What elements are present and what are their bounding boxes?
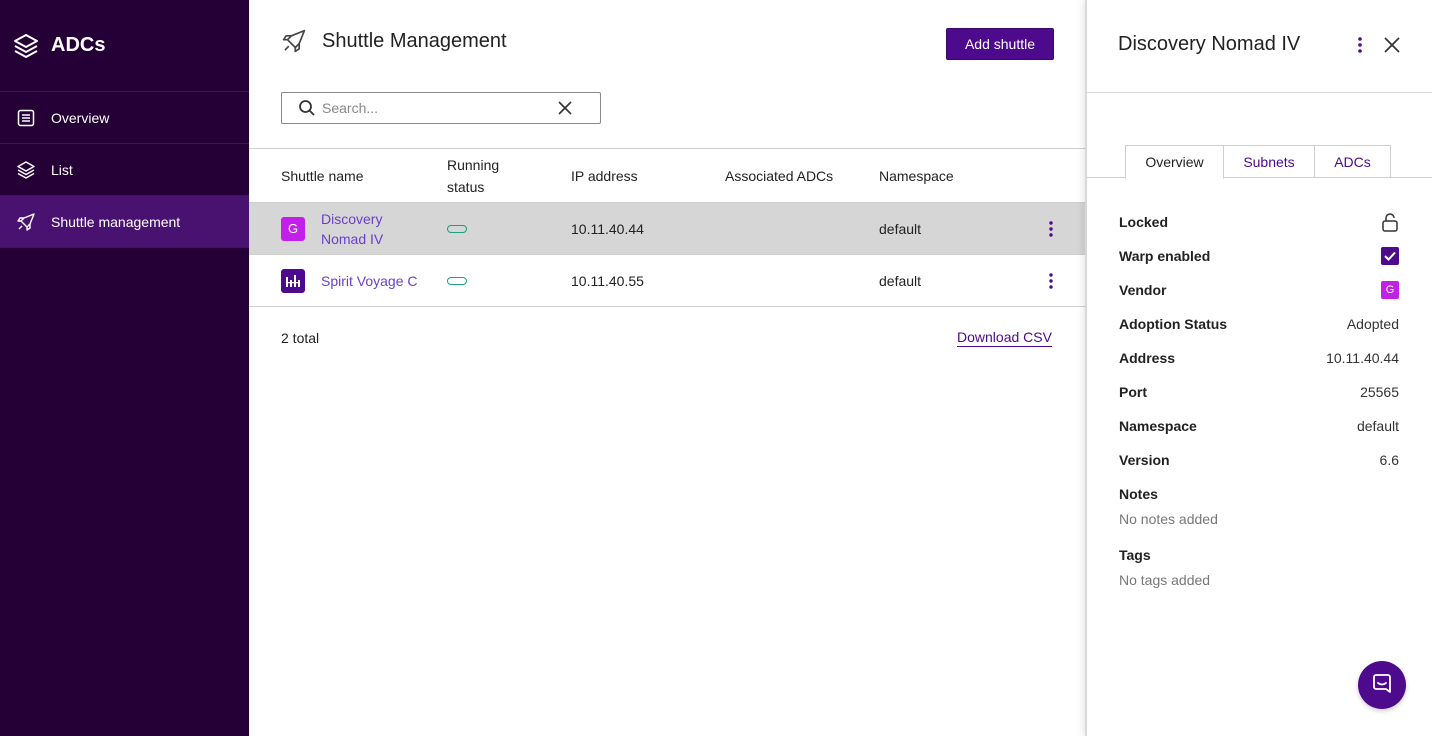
prop-label: Locked <box>1119 214 1169 230</box>
page-header: Shuttle Management <box>281 28 507 54</box>
prop-label: Warp enabled <box>1119 248 1211 264</box>
tab-overview[interactable]: Overview <box>1125 145 1224 179</box>
search-icon <box>298 99 316 117</box>
tab-adcs[interactable]: ADCs <box>1314 145 1391 178</box>
total-count: 2 total <box>281 330 320 346</box>
notes-label: Notes <box>1119 486 1158 502</box>
prop-label: Vendor <box>1119 282 1167 298</box>
prop-vendor: Vendor G <box>1119 280 1399 300</box>
shuttle-table: Shuttle name Running status IP address A… <box>249 148 1085 307</box>
table-header: Shuttle name Running status IP address A… <box>249 148 1085 203</box>
header-running-status[interactable]: Running status <box>447 154 499 198</box>
prop-port: Port 25565 <box>1119 382 1399 402</box>
panel-tabs: Overview Subnets ADCs <box>1087 145 1432 179</box>
row-kebab-menu-icon[interactable] <box>1045 272 1057 289</box>
sidebar-item-label: Overview <box>51 109 110 126</box>
sidebar-item-shuttle-management[interactable]: Shuttle management <box>0 196 249 248</box>
header-namespace[interactable]: Namespace <box>879 168 954 184</box>
layers-icon <box>16 160 36 180</box>
search-box <box>281 92 601 124</box>
shuttle-name-link[interactable]: Spirit Voyage C <box>321 271 431 291</box>
add-shuttle-button[interactable]: Add shuttle <box>946 28 1054 60</box>
rocket-icon <box>16 212 36 232</box>
sidebar-item-list[interactable]: List <box>0 144 249 196</box>
prop-value: Adopted <box>1346 316 1399 332</box>
tags-label: Tags <box>1119 547 1151 563</box>
panel-header: Discovery Nomad IV <box>1087 0 1432 93</box>
page-title: Shuttle Management <box>322 29 507 52</box>
header-running-status-line2: status <box>447 178 485 195</box>
prop-label: Adoption Status <box>1119 316 1228 332</box>
sidebar-item-label: List <box>51 161 73 178</box>
brand-title: ADCs <box>51 34 106 56</box>
warp-checkbox[interactable] <box>1381 247 1399 265</box>
prop-address: Address 10.11.40.44 <box>1119 348 1399 368</box>
vendor-badge: G <box>281 216 305 241</box>
shuttle-name-cell: G Discovery Nomad IV <box>281 209 431 249</box>
sidebar: ADCs Overview List Shuttle management <box>0 0 249 736</box>
prop-value: default <box>1356 418 1399 434</box>
panel-title: Discovery Nomad IV <box>1118 33 1301 55</box>
unlocked-icon[interactable] <box>1381 212 1399 232</box>
detail-panel: Discovery Nomad IV Overview Subnets ADCs… <box>1085 0 1432 736</box>
prop-label: Namespace <box>1119 418 1197 434</box>
prop-label: Address <box>1119 350 1176 366</box>
sidebar-item-label: Shuttle management <box>51 213 181 230</box>
table-row[interactable]: Spirit Voyage C 10.11.40.55 default <box>249 255 1085 307</box>
search-input[interactable] <box>322 100 557 116</box>
shuttle-name-cell: Spirit Voyage C <box>281 268 431 293</box>
ip-address: 10.11.40.44 <box>571 220 644 237</box>
namespace: default <box>879 220 922 237</box>
brand: ADCs <box>0 0 249 92</box>
chat-support-button[interactable] <box>1358 661 1406 709</box>
tags-value: No tags added <box>1119 572 1211 588</box>
shuttle-name-link[interactable]: Discovery Nomad IV <box>321 209 431 249</box>
vendor-badge: G <box>1381 281 1399 299</box>
prop-adoption-status: Adoption Status Adopted <box>1119 314 1399 334</box>
prop-label: Port <box>1119 384 1147 400</box>
prop-warp-enabled: Warp enabled <box>1119 246 1399 266</box>
running-status-indicator <box>447 224 467 233</box>
close-icon[interactable] <box>1383 36 1401 54</box>
header-ip-address[interactable]: IP address <box>571 168 638 184</box>
tab-subnets[interactable]: Subnets <box>1223 145 1315 178</box>
prop-value: 6.6 <box>1379 452 1399 468</box>
prop-value: 25565 <box>1360 384 1399 400</box>
overview-icon <box>16 108 36 128</box>
header-associated-adcs[interactable]: Associated ADCs <box>725 168 833 184</box>
header-shuttle-name[interactable]: Shuttle name <box>281 168 364 184</box>
layers-icon <box>12 32 40 60</box>
prop-version: Version 6.6 <box>1119 450 1399 470</box>
notes-value: No notes added <box>1119 511 1218 527</box>
prop-namespace: Namespace default <box>1119 416 1399 436</box>
row-kebab-menu-icon[interactable] <box>1045 220 1057 237</box>
header-running-status-line1: Running <box>447 156 500 173</box>
sidebar-item-overview[interactable]: Overview <box>0 92 249 144</box>
rocket-icon <box>281 28 307 54</box>
namespace: default <box>879 272 922 289</box>
chat-icon <box>1370 672 1394 699</box>
panel-kebab-menu-icon[interactable] <box>1357 36 1363 54</box>
table-row[interactable]: G Discovery Nomad IV 10.11.40.44 default <box>249 203 1085 255</box>
prop-value: 10.11.40.44 <box>1326 350 1399 366</box>
running-status-indicator <box>447 276 467 285</box>
clear-search-icon[interactable] <box>557 100 573 116</box>
vendor-bars-icon <box>281 268 305 293</box>
download-csv-link[interactable]: Download CSV <box>957 329 1052 347</box>
prop-locked: Locked <box>1119 212 1399 232</box>
ip-address: 10.11.40.55 <box>571 272 644 289</box>
main-content: Shuttle Management Add shuttle Shuttle n… <box>249 0 1085 736</box>
prop-label: Version <box>1119 452 1170 468</box>
